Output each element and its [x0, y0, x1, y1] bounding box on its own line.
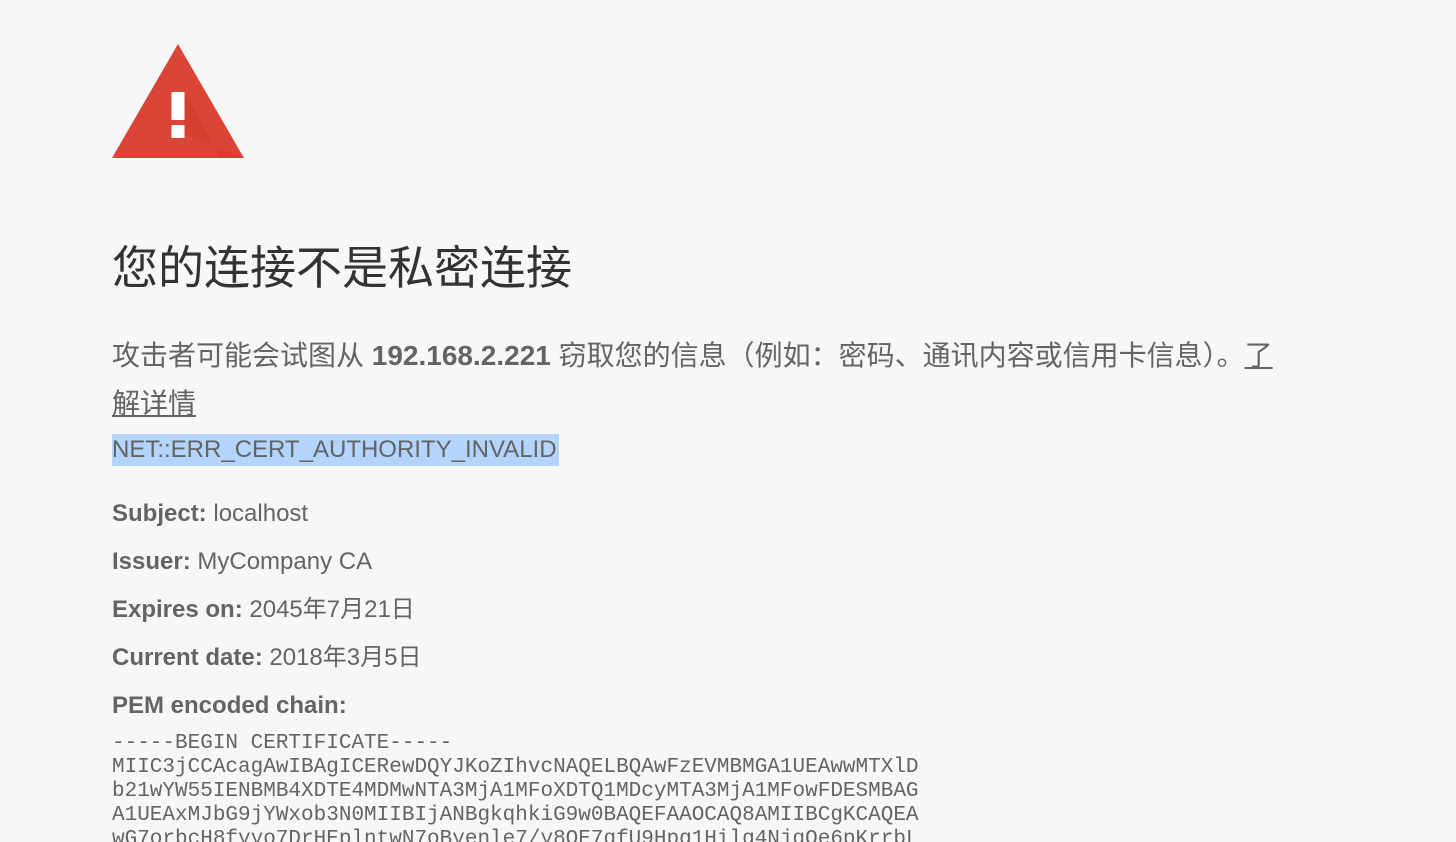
pem-chain[interactable]: -----BEGIN CERTIFICATE----- MIIC3jCCAcag… [112, 732, 1412, 842]
expires-value: 2045年7月21日 [249, 596, 415, 623]
subject-label: Subject: [112, 500, 207, 527]
explanation-text: 攻击者可能会试图从 192.168.2.221 窃取您的信息（例如：密码、通讯内… [112, 332, 1282, 428]
current-date-row: Current date: 2018年3月5日 [112, 634, 1412, 682]
pem-label: PEM encoded chain: [112, 692, 347, 719]
error-code[interactable]: NET::ERR_CERT_AUTHORITY_INVALID [112, 434, 559, 466]
host-address: 192.168.2.221 [371, 340, 551, 371]
expires-label: Expires on: [112, 596, 243, 623]
certificate-details: Subject: localhost Issuer: MyCompany CA … [112, 490, 1412, 842]
pem-row: PEM encoded chain: [112, 682, 1412, 730]
subject-row: Subject: localhost [112, 490, 1412, 538]
subject-value: localhost [213, 500, 309, 527]
issuer-label: Issuer: [112, 548, 191, 575]
page-title: 您的连接不是私密连接 [112, 242, 572, 294]
current-date-label: Current date: [112, 644, 263, 671]
explanation-after-host: 窃取您的信息（例如：密码、通讯内容或信用卡信息）。 [550, 340, 1245, 371]
issuer-row: Issuer: MyCompany CA [112, 538, 1412, 586]
issuer-value: MyCompany CA [197, 548, 373, 575]
warning-triangle-icon [112, 44, 244, 158]
explanation-before-host: 攻击者可能会试图从 [112, 340, 372, 371]
expires-row: Expires on: 2045年7月21日 [112, 586, 1412, 634]
current-date-value: 2018年3月5日 [269, 644, 422, 671]
